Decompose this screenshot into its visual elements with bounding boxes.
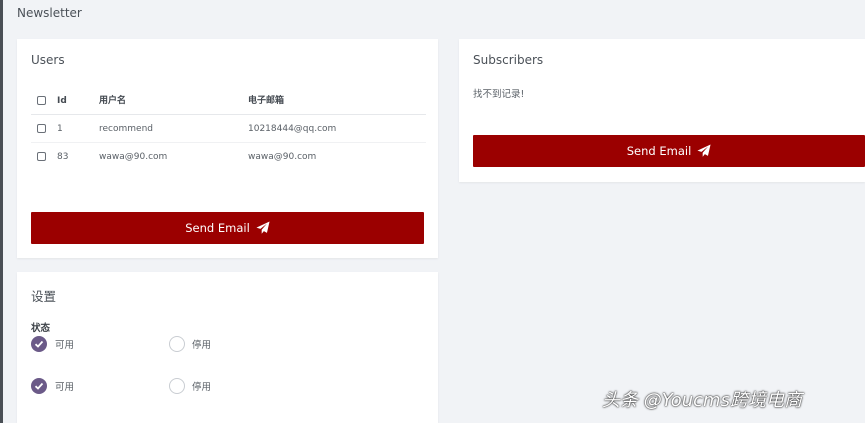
status-enabled-radio[interactable] <box>31 378 47 394</box>
row-username: wawa@90.com <box>99 152 168 162</box>
column-header-id[interactable]: Id <box>57 87 67 115</box>
subscribers-panel-title: Subscribers <box>473 53 544 67</box>
table-row[interactable]: 1 recommend 10218444@qq.com <box>31 115 426 143</box>
users-panel-title: Users <box>31 53 65 67</box>
select-all-checkbox[interactable] <box>37 96 46 105</box>
status-disabled-label[interactable]: 停用 <box>192 379 211 393</box>
status-disabled-radio[interactable] <box>169 378 185 394</box>
page-title: Newsletter <box>17 6 82 20</box>
watermark: 头条 @Youcms跨境电商 <box>602 390 802 411</box>
status-disabled-label[interactable]: 停用 <box>192 337 211 351</box>
column-header-username[interactable]: 用户名 <box>99 87 126 115</box>
row-id: 83 <box>57 152 69 162</box>
window-left-edge <box>0 0 3 423</box>
users-send-email-button[interactable]: Send Email <box>31 212 424 244</box>
row-checkbox[interactable] <box>37 124 46 133</box>
row-email: wawa@90.com <box>248 152 317 162</box>
settings-panel: 设置 状态 可用 停用 可用 停用 <box>17 272 438 423</box>
status-label: 状态 <box>31 323 51 334</box>
settings-panel-title: 设置 <box>31 289 57 304</box>
subscribers-send-email-button[interactable]: Send Email <box>473 135 865 167</box>
status-enabled-label[interactable]: 可用 <box>55 379 74 393</box>
status-enabled-radio[interactable] <box>31 336 47 352</box>
table-row[interactable]: 83 wawa@90.com wawa@90.com <box>31 143 426 171</box>
subscribers-panel: Subscribers 找不到记录! Send Email <box>459 39 865 182</box>
paper-plane-icon <box>697 144 711 157</box>
send-email-label: Send Email <box>185 221 250 235</box>
row-username: recommend <box>99 124 153 134</box>
status-disabled-radio[interactable] <box>169 336 185 352</box>
row-id: 1 <box>57 124 63 134</box>
status-enabled-label[interactable]: 可用 <box>55 337 74 351</box>
no-records-message: 找不到记录! <box>473 89 525 100</box>
row-checkbox[interactable] <box>37 152 46 161</box>
paper-plane-icon <box>256 221 270 234</box>
check-icon <box>34 382 44 390</box>
send-email-label: Send Email <box>626 144 692 158</box>
users-panel: Users Id 用户名 电子邮箱 1 recommend 10218444@q… <box>17 39 438 258</box>
check-icon <box>34 340 44 348</box>
column-header-email[interactable]: 电子邮箱 <box>248 87 284 115</box>
row-email: 10218444@qq.com <box>248 124 337 134</box>
users-table-header: Id 用户名 电子邮箱 <box>31 87 426 115</box>
